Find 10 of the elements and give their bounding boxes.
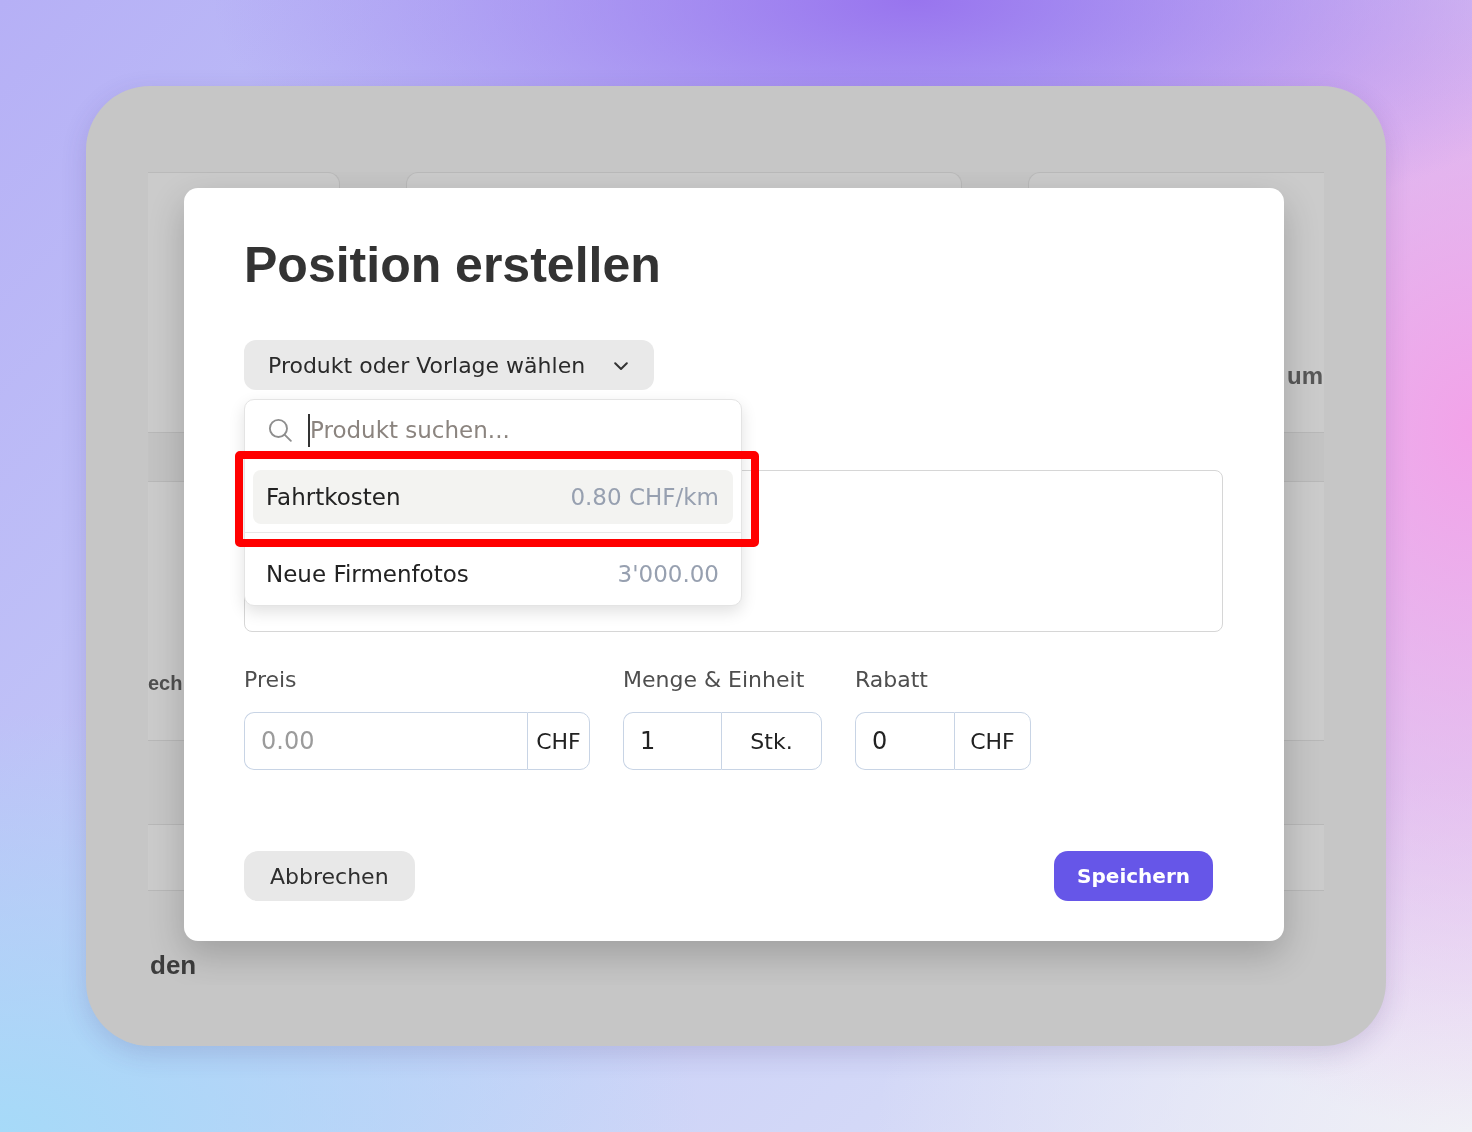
dialog-title: Position erstellen bbox=[244, 236, 661, 295]
field-label: Rabatt bbox=[855, 666, 928, 694]
field-label: Menge & Einheit bbox=[623, 666, 805, 694]
field-label: Preis bbox=[244, 666, 297, 694]
background-text: den bbox=[150, 950, 197, 980]
unit-addon: Stk. bbox=[721, 712, 822, 770]
background-text: um bbox=[1287, 361, 1323, 391]
unit-addon: CHF bbox=[954, 712, 1031, 770]
background-text: ech bbox=[148, 671, 183, 696]
unit-addon: CHF bbox=[527, 712, 590, 770]
